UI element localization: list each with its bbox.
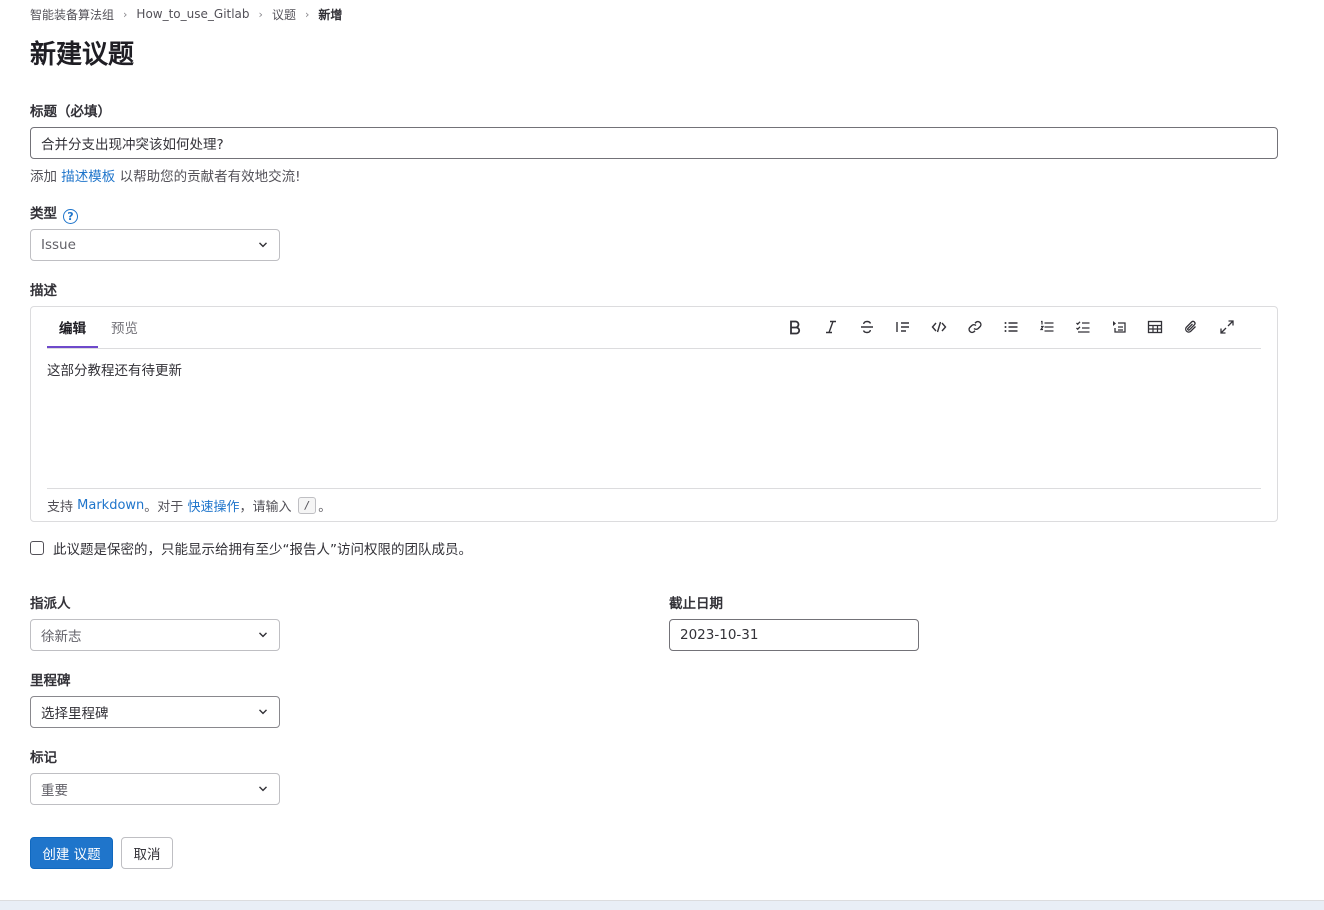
confidential-checkbox[interactable] (30, 541, 44, 555)
description-label: 描述 (30, 283, 57, 299)
labels-value: 重要 (41, 783, 68, 799)
labels-select[interactable]: 重要 (30, 773, 280, 805)
help-icon[interactable]: ? (63, 209, 78, 224)
editor-footer: 支持 Markdown 。对于 快速操作 ，请输入 /。 (47, 496, 331, 515)
assignee-value: 徐新志 (41, 629, 82, 645)
breadcrumb-current: 新增 (318, 7, 343, 22)
slash-key: / (297, 497, 317, 514)
template-hint-suffix: 以帮助您的贡献者有效地交流! (119, 169, 301, 185)
collapsible-icon[interactable] (1101, 307, 1137, 347)
milestone-select[interactable]: 选择里程碑 (30, 696, 280, 728)
breadcrumb: 智能装备算法组 › How_to_use_Gitlab › 议题 › 新增 (30, 6, 342, 22)
tab-preview[interactable]: 预览 (99, 307, 150, 347)
fullscreen-icon[interactable] (1209, 307, 1245, 347)
due-date-label: 截止日期 (669, 596, 723, 612)
footer-end-text: 。 (318, 500, 332, 515)
labels-label: 标记 (30, 750, 57, 766)
editor-tabs: 编辑 预览 (47, 307, 1261, 349)
chevron-right-icon: › (258, 7, 263, 21)
type-select[interactable]: Issue (30, 229, 280, 261)
type-select-value: Issue (41, 237, 76, 253)
milestone-value: 选择里程碑 (41, 706, 109, 722)
quick-actions-link[interactable]: 快速操作 (187, 496, 239, 515)
page-title: 新建议题 (30, 40, 135, 70)
title-input[interactable]: 合并分支出现冲突该如何处理? (30, 127, 1278, 159)
table-icon[interactable] (1137, 307, 1173, 347)
type-label: 类型? (30, 202, 78, 224)
breadcrumb-issues[interactable]: 议题 (272, 6, 296, 23)
footer-mid-text: 。对于 (144, 500, 184, 515)
attach-icon[interactable] (1173, 307, 1209, 347)
assignee-label: 指派人 (30, 596, 71, 612)
title-label: 标题（必填） (30, 104, 111, 120)
markdown-toolbar (777, 307, 1245, 347)
description-editor: 编辑 预览 这部分教程还有待更新 支持 Markdown 。对于 快速操作 ，请输入… (30, 306, 1278, 522)
tab-edit[interactable]: 编辑 (47, 307, 98, 348)
chevron-right-icon: › (123, 7, 128, 21)
footer-enter-text: ，请输入 (239, 500, 292, 515)
due-date-value: 2023-10-31 (680, 627, 759, 643)
description-template-link[interactable]: 描述模板 (61, 169, 115, 185)
strikethrough-icon[interactable] (849, 307, 885, 347)
markdown-link[interactable]: Markdown (77, 498, 144, 513)
confidential-label: 此议题是保密的，只能显示给拥有至少“报告人”访问权限的团队成员。 (53, 542, 472, 558)
due-date-input[interactable]: 2023-10-31 (669, 619, 919, 651)
create-issue-button[interactable]: 创建 议题 (30, 837, 113, 869)
link-icon[interactable] (957, 307, 993, 347)
title-input-value: 合并分支出现冲突该如何处理? (41, 137, 224, 153)
assignee-select[interactable]: 徐新志 (30, 619, 280, 651)
description-textarea[interactable]: 这部分教程还有待更新 (47, 359, 182, 379)
italic-icon[interactable] (813, 307, 849, 347)
footer-support-text: 支持 (47, 500, 74, 515)
template-hint: 添加 描述模板 以帮助您的贡献者有效地交流! (30, 165, 301, 185)
template-hint-prefix: 添加 (30, 169, 57, 185)
bullet-list-icon[interactable] (993, 307, 1029, 347)
breadcrumb-project[interactable]: How_to_use_Gitlab (136, 7, 249, 21)
milestone-label: 里程碑 (30, 673, 71, 689)
bold-icon[interactable] (777, 307, 813, 347)
confidential-checkbox-row: 此议题是保密的，只能显示给拥有至少“报告人”访问权限的团队成员。 (30, 538, 472, 558)
cancel-button[interactable]: 取消 (121, 837, 173, 869)
code-icon[interactable] (921, 307, 957, 347)
chevron-down-icon (259, 709, 267, 715)
task-list-icon[interactable] (1065, 307, 1101, 347)
chevron-down-icon (259, 786, 267, 792)
chevron-down-icon (259, 632, 267, 638)
chevron-right-icon: › (304, 7, 310, 21)
chevron-down-icon (259, 242, 267, 248)
numbered-list-icon[interactable] (1029, 307, 1065, 347)
breadcrumb-group[interactable]: 智能装备算法组 (30, 6, 114, 23)
quote-icon[interactable] (885, 307, 921, 347)
type-label-text: 类型 (30, 206, 57, 222)
editor-footer-divider (47, 488, 1261, 489)
